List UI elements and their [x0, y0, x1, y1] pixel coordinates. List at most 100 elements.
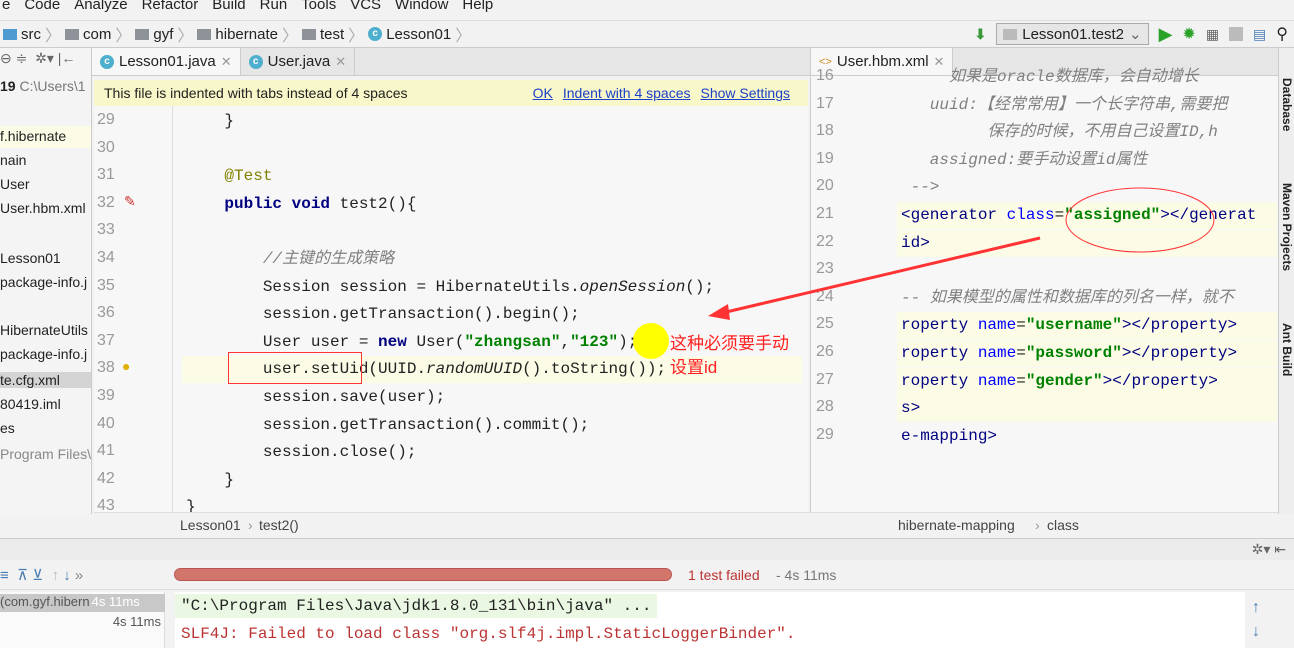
project-item[interactable]: 80419.iml	[0, 396, 61, 412]
ant-build-tool[interactable]: Ant Build	[1280, 323, 1294, 376]
nav-crumb[interactable]: test	[299, 26, 347, 43]
tab-label: Lesson01.java	[119, 53, 216, 70]
line-number: 42	[97, 469, 115, 487]
code-token: name	[977, 344, 1017, 362]
nav-crumb[interactable]: gyf	[132, 26, 176, 43]
menu-vcs[interactable]: VCS	[350, 0, 381, 14]
code-line: id>	[901, 230, 930, 257]
tab-user-java[interactable]: c User.java ✕	[241, 48, 356, 75]
nav-crumb[interactable]: c Lesson01	[365, 26, 454, 43]
code-token: User user =	[186, 332, 379, 351]
nav-crumb[interactable]: src	[0, 26, 44, 43]
test-time: - 4s 11ms	[776, 567, 837, 583]
breadcrumb-method[interactable]: test2()	[259, 517, 299, 533]
line-number: 21	[816, 205, 834, 222]
hide-icon[interactable]: |←	[58, 50, 76, 66]
code-line: 保存的时候，不用自己设置ID,h	[901, 119, 1217, 146]
breakpoint-run-icon[interactable]: ✎	[124, 193, 136, 210]
folder-icon	[135, 28, 150, 40]
menu-run[interactable]: Run	[260, 0, 288, 14]
console-output[interactable]: "C:\Program Files\Java\jdk1.8.0_131\bin\…	[175, 592, 1245, 648]
code-token: session.close();	[186, 443, 417, 462]
gear-icon[interactable]: ✲▾	[35, 50, 54, 66]
project-structure-icon[interactable]: ▤	[1253, 26, 1266, 43]
run-config-select[interactable]: Lesson01.test2 ⌄	[996, 23, 1149, 45]
project-item[interactable]: nain	[0, 152, 26, 168]
project-item[interactable]: package-info.j	[0, 274, 87, 290]
code-token: s>	[901, 399, 921, 418]
debug-icon[interactable]: ✹	[1182, 24, 1195, 44]
collapse-icon[interactable]: ⊖ ≑	[0, 50, 27, 66]
crumb-label: gyf	[153, 25, 174, 43]
line-number: 24	[816, 287, 834, 305]
test-progress-bar	[174, 568, 672, 581]
ok-link[interactable]: OK	[533, 85, 553, 101]
menu-window[interactable]: Window	[395, 0, 448, 14]
menu-tools[interactable]: Tools	[301, 0, 336, 14]
project-item[interactable]: Lesson01	[0, 250, 61, 266]
code-token: assigned:要手动设置id属性	[901, 150, 1148, 169]
down-icon[interactable]: ↓	[63, 567, 71, 584]
up-icon[interactable]: ↑	[52, 567, 60, 584]
indent-link[interactable]: Indent with 4 spaces	[563, 85, 691, 101]
code-line: }	[186, 467, 234, 494]
tab-lesson01-java[interactable]: c Lesson01.java ✕	[92, 48, 241, 75]
breadcrumb-xml-class[interactable]: class	[1047, 517, 1079, 533]
chevron-right-icon: 〉	[115, 28, 132, 45]
project-item[interactable]: User	[0, 176, 30, 192]
menu-analyze[interactable]: Analyze	[74, 0, 127, 14]
breadcrumb-class[interactable]: Lesson01	[180, 517, 241, 533]
code-token: name	[977, 316, 1017, 335]
code-editor[interactable]: 29 } 30 31 @Test 32 public void test2(){33 3…	[94, 106, 808, 514]
chevron-right-icon: 〉	[455, 28, 472, 45]
test-tree-item[interactable]: (com.gyf.hibern 4s 11ms	[0, 594, 165, 612]
stop-icon[interactable]	[1229, 27, 1244, 41]
xml-editor[interactable]: <> User.hbm.xml ✕ 16 如果是oracle数据库，会自动增长 17 …	[810, 48, 1278, 514]
scroll-console-icons[interactable]: ↑ ↓	[1252, 596, 1260, 644]
close-icon[interactable]: ✕	[221, 54, 232, 70]
menu-refactor[interactable]: Refactor	[142, 0, 199, 14]
project-item[interactable]: package-info.j	[0, 346, 87, 362]
menu-code[interactable]: Code	[24, 0, 60, 14]
code-token: test2(){	[339, 194, 417, 213]
nav-crumb[interactable]: com	[62, 26, 114, 43]
breadcrumb-hibernate-mapping[interactable]: hibernate-mapping	[898, 517, 1015, 533]
code-token: ></property>	[1102, 371, 1218, 390]
code-token: "123"	[570, 332, 619, 351]
menu-help[interactable]: Help	[462, 0, 493, 14]
project-item[interactable]: User.hbm.xml	[0, 200, 86, 216]
code-token: ></	[1160, 206, 1190, 224]
bulb-icon[interactable]: ●	[122, 358, 130, 374]
show-settings-link[interactable]: Show Settings	[701, 85, 791, 101]
project-item[interactable]: Program Files\	[0, 446, 91, 462]
project-item[interactable]: HibernateUtils	[0, 322, 88, 338]
menu-build[interactable]: Build	[212, 0, 245, 14]
close-icon[interactable]: ✕	[335, 54, 346, 70]
menu-e[interactable]: e	[2, 0, 10, 14]
code-token: @Test	[224, 167, 273, 186]
project-item[interactable]: f.hibernate	[0, 128, 66, 144]
maven-projects-tool[interactable]: Maven Projects	[1280, 183, 1294, 271]
test-tool-icons[interactable]: ≡ ⊼ ⊻ ↑ ↓ »	[0, 566, 83, 584]
project-root[interactable]: 19	[0, 78, 16, 94]
project-item[interactable]: es	[0, 420, 15, 436]
project-toolbar: ⊖ ≑ ✲▾ |←	[0, 50, 75, 67]
folder-icon	[3, 28, 17, 40]
make-icon[interactable]: ⬇	[975, 26, 987, 43]
coverage-icon[interactable]: ▦	[1206, 26, 1219, 43]
gear-icon[interactable]: ✲▾ ⇤	[1252, 541, 1286, 558]
run-panel-header: ✲▾ ⇤	[0, 538, 1294, 560]
code-token: Session session = HibernateUtils.	[186, 277, 580, 296]
chevron-right-icon: 〉	[348, 28, 365, 45]
project-item[interactable]: te.cfg.xml	[0, 372, 91, 388]
run-icon[interactable]: ▶	[1159, 24, 1173, 45]
search-icon[interactable]: ⚲	[1276, 24, 1288, 44]
nav-crumb[interactable]: hibernate	[194, 26, 281, 43]
code-token: "username"	[1025, 316, 1122, 335]
more-icon[interactable]: »	[75, 567, 83, 584]
tab-label: User.java	[267, 53, 331, 70]
code-token: ().toString());	[522, 360, 667, 379]
database-tool[interactable]: Database	[1280, 78, 1294, 131]
